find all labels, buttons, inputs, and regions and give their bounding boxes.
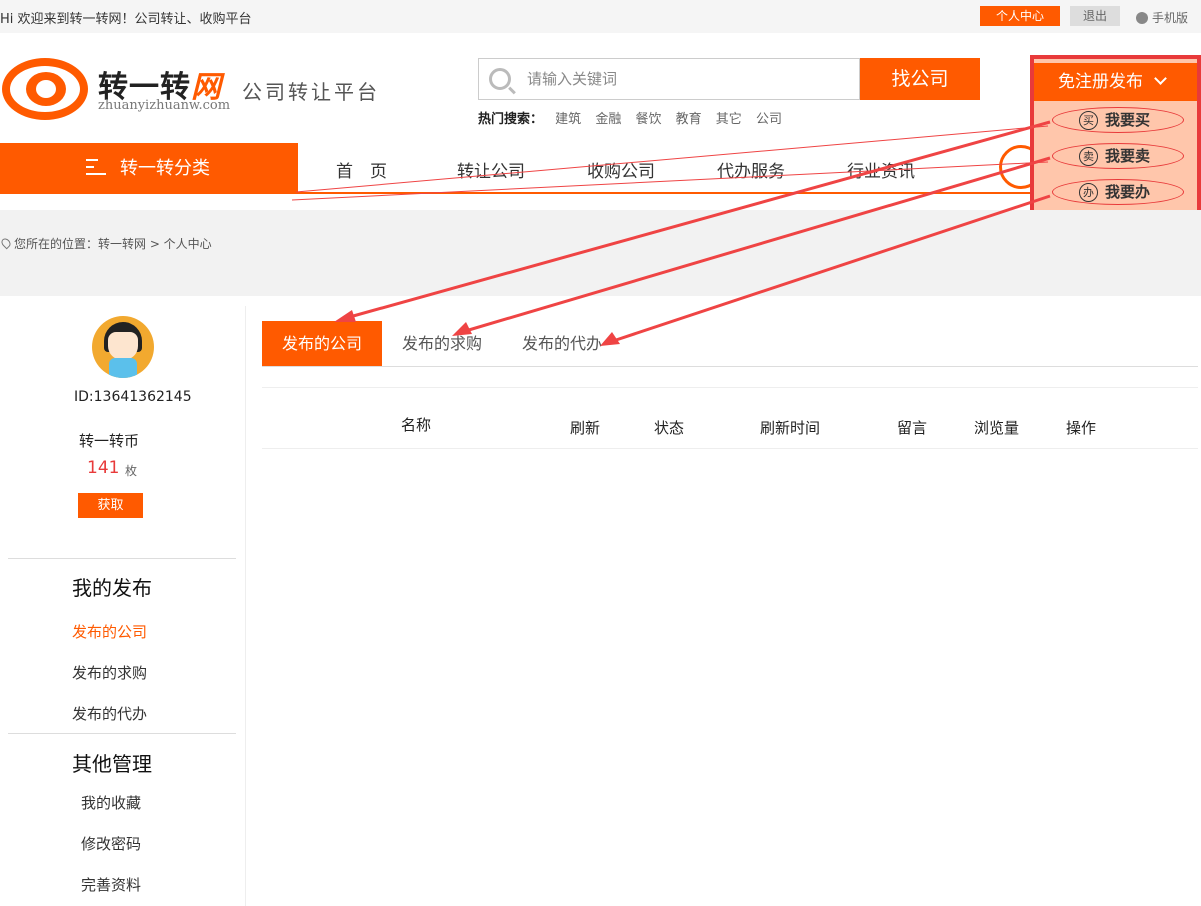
coin-label: 转一转币 [79, 432, 140, 450]
publish-tabs: 发布的公司 发布的求购 发布的代办 [262, 321, 1198, 367]
hot-search-item[interactable]: 公司 [756, 112, 782, 127]
logo-mark-center [36, 80, 56, 98]
logout-button[interactable]: 退出 [1070, 6, 1120, 26]
nav-industry-news[interactable]: 行业资讯 [847, 157, 915, 182]
avatar [92, 316, 154, 378]
tab-published-purchase[interactable]: 发布的求购 [382, 321, 502, 366]
hot-search-item[interactable]: 教育 [676, 112, 702, 127]
nav-acquire-company[interactable]: 收购公司 [587, 157, 655, 182]
want-sell-button[interactable]: 卖 我要卖 [1052, 143, 1184, 169]
tab-published-company[interactable]: 发布的公司 [262, 321, 382, 366]
hot-search-item[interactable]: 建筑 [555, 112, 581, 127]
sidebar-divider [8, 733, 236, 734]
sidebar-item-change-password[interactable]: 修改密码 [81, 833, 141, 854]
location-pin-icon [0, 236, 13, 250]
hot-search-item[interactable]: 餐饮 [635, 112, 661, 127]
free-publish-button[interactable]: 免注册发布 [1034, 63, 1197, 101]
mobile-icon [1136, 12, 1148, 24]
nav-home[interactable]: 首 页 [336, 157, 387, 182]
user-id: ID:13641362145 [74, 389, 192, 405]
user-sidebar: ID:13641362145 转一转币 141 枚 获取 我的发布 发布的公司 … [0, 306, 246, 906]
free-publish-label: 免注册发布 [1058, 72, 1143, 92]
want-agency-button[interactable]: 办 我要办 [1052, 179, 1184, 205]
breadcrumb-text: 您所在的位置：转一转网 > 个人中心 [14, 237, 212, 251]
category-menu-label: 转一转分类 [120, 158, 210, 179]
category-menu-icon [86, 159, 106, 175]
hot-search-item[interactable]: 金融 [595, 112, 621, 127]
want-buy-label: 我要买 [1105, 111, 1151, 129]
get-coins-button[interactable]: 获取 [78, 493, 143, 518]
category-menu-button[interactable]: 转一转分类 [0, 143, 298, 194]
table-header: 名称 刷新 状态 刷新时间 留言 浏览量 操作 [262, 387, 1198, 449]
column-header-name: 名称 [401, 416, 432, 434]
main-nav: 转一转分类 首 页 转让公司 收购公司 代办服务 行业资讯 [0, 143, 1043, 194]
my-publish-title: 我的发布 [72, 576, 152, 600]
personal-center-button[interactable]: 个人中心 [980, 6, 1060, 26]
agency-icon: 办 [1079, 183, 1098, 202]
site-logo[interactable]: 转一转网 zhuanyizhuanw.com [0, 50, 230, 126]
hot-search: 热门搜索： 建筑 金融 餐饮 教育 其它 公司 [478, 108, 792, 127]
search-input[interactable] [527, 67, 847, 91]
column-header-views: 浏览量 [974, 419, 1020, 437]
find-company-button[interactable]: 找公司 [860, 58, 980, 100]
column-header-refresh: 刷新 [570, 419, 601, 437]
buy-icon: 买 [1079, 111, 1098, 130]
nav-agency-service[interactable]: 代办服务 [717, 157, 785, 182]
coin-value: 141 [87, 458, 120, 478]
sidebar-divider [8, 558, 236, 559]
hot-search-label: 热门搜索： [478, 112, 544, 127]
column-header-messages: 留言 [897, 419, 928, 437]
sidebar-item-complete-profile[interactable]: 完善资料 [81, 874, 141, 895]
logo-domain: zhuanyizhuanw.com [98, 98, 231, 113]
coin-unit: 枚 [125, 464, 138, 478]
breadcrumb-area: 您所在的位置：转一转网 > 个人中心 [0, 210, 1201, 296]
tab-published-agency[interactable]: 发布的代办 [502, 321, 622, 366]
sell-icon: 卖 [1079, 147, 1098, 166]
search-icon [489, 68, 511, 90]
column-header-refresh-time: 刷新时间 [760, 419, 821, 437]
want-buy-button[interactable]: 买 我要买 [1052, 107, 1184, 133]
column-header-actions: 操作 [1066, 419, 1097, 437]
nav-transfer-company[interactable]: 转让公司 [457, 157, 525, 182]
hot-search-item[interactable]: 其它 [716, 112, 742, 127]
free-publish-menu: 免注册发布 买 我要买 卖 我要卖 办 我要办 [1030, 55, 1201, 216]
sidebar-item-published-purchase[interactable]: 发布的求购 [72, 662, 147, 683]
sidebar-item-published-agency[interactable]: 发布的代办 [72, 703, 147, 724]
other-manage-title: 其他管理 [72, 752, 152, 776]
welcome-text: Hi 欢迎来到转一转网！公司转让、收购平台 [0, 12, 252, 27]
column-header-status: 状态 [654, 419, 685, 437]
mobile-version-label: 手机版 [1152, 11, 1189, 25]
mobile-version-link[interactable]: 手机版 [1136, 9, 1188, 26]
want-agency-label: 我要办 [1105, 183, 1151, 201]
want-sell-label: 我要卖 [1105, 147, 1151, 165]
breadcrumb: 您所在的位置：转一转网 > 个人中心 [0, 235, 212, 252]
search-box [478, 58, 860, 100]
chevron-down-icon [1154, 72, 1168, 85]
sidebar-item-favorites[interactable]: 我的收藏 [81, 792, 141, 813]
sidebar-item-published-company[interactable]: 发布的公司 [72, 621, 147, 642]
site-slogan: 公司转让平台 [242, 80, 380, 104]
top-bar: Hi 欢迎来到转一转网！公司转让、收购平台 个人中心 退出 手机版 [0, 0, 1201, 33]
